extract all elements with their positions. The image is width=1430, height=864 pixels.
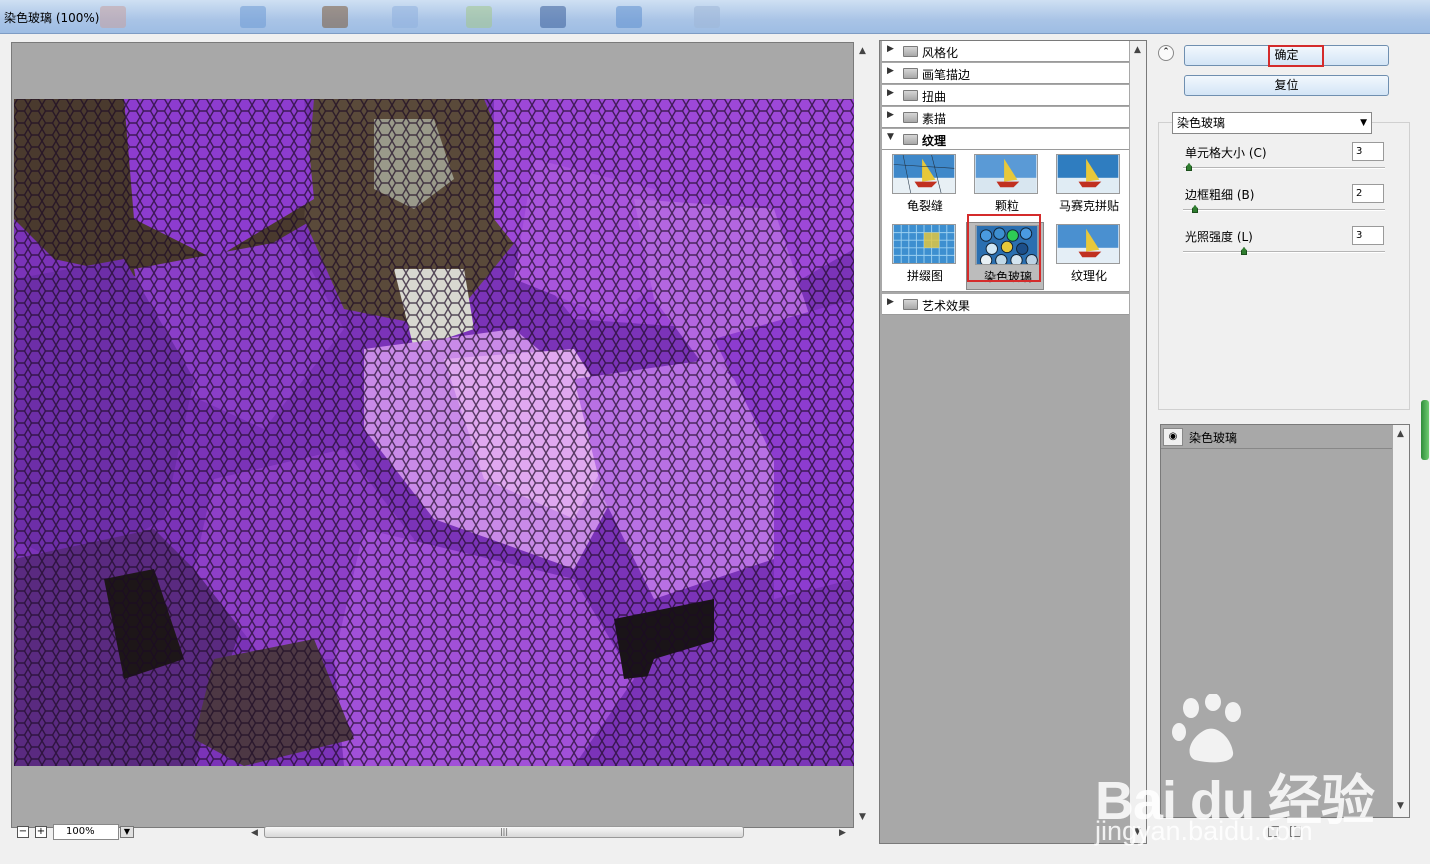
patchwork-thumbnail <box>892 224 956 264</box>
filter-label: 拼缀图 <box>906 269 943 283</box>
filter-label: 龟裂缝 <box>906 199 943 213</box>
filter-mosaic-tiles[interactable]: 马赛克拼贴 <box>1048 152 1126 220</box>
texture-filter-thumbnails: 龟裂缝 颗粒 马赛克拼贴 拼缀图 染色玻璃 纹理化 <box>882 150 1129 292</box>
category-label: 风格化 <box>922 46 959 60</box>
filter-craquelure[interactable]: 龟裂缝 <box>884 152 962 220</box>
scroll-up-icon[interactable]: ▲ <box>1397 429 1404 439</box>
effect-layer-label: 染色玻璃 <box>1189 431 1238 445</box>
filter-label: 纹理化 <box>1070 269 1107 283</box>
folder-open-icon <box>903 134 918 145</box>
slider-knob[interactable] <box>1186 163 1192 171</box>
taskbar-app-icon <box>392 6 418 28</box>
zoom-level-field[interactable]: 100% <box>53 824 119 840</box>
highlight-box <box>1268 45 1324 67</box>
border-thickness-slider[interactable] <box>1183 205 1385 215</box>
preview-pane[interactable] <box>11 42 854 828</box>
scroll-down-icon[interactable]: ▼ <box>859 812 866 822</box>
window-title: 染色玻璃 (100%) <box>4 11 100 25</box>
category-label: 素描 <box>922 112 947 126</box>
category-label: 艺术效果 <box>922 299 971 313</box>
folder-icon <box>903 68 918 79</box>
filter-texturizer[interactable]: 纹理化 <box>1048 222 1126 290</box>
filter-gallery-dialog: ▲ ▼ − + 100% ▼ ◀ ||| ▶ ▶ 风格化 ▶ 画笔描边 ▶ 扭曲 <box>0 34 1430 851</box>
taskbar-app-icon <box>694 6 720 28</box>
folder-icon <box>903 112 918 123</box>
filter-label: 马赛克拼贴 <box>1058 199 1119 213</box>
reset-button[interactable]: 复位 <box>1184 75 1389 96</box>
highlight-box <box>967 214 1041 282</box>
taskbar-app-icon <box>322 6 348 28</box>
slider-track <box>1183 167 1385 169</box>
filter-select-value: 染色玻璃 <box>1177 116 1226 130</box>
zoom-out-icon[interactable]: − <box>17 826 29 838</box>
folder-icon <box>903 46 918 57</box>
category-brush-strokes[interactable]: ▶ 画笔描边 <box>882 63 1129 84</box>
baidu-watermark: Bai du 经验 jingyan.baidu.com <box>1095 694 1395 864</box>
expand-arrow-icon[interactable]: ▶ <box>887 66 894 76</box>
resize-grip[interactable] <box>1421 400 1429 460</box>
light-intensity-label: 光照强度 (L) <box>1185 230 1253 244</box>
filter-label: 颗粒 <box>994 199 1019 213</box>
slider-track <box>1183 209 1385 211</box>
scroll-left-icon[interactable]: ◀ <box>251 828 258 838</box>
collapse-arrow-icon[interactable]: ▼ <box>887 132 894 142</box>
category-label: 纹理 <box>922 134 947 148</box>
light-intensity-slider[interactable] <box>1183 247 1385 257</box>
folder-icon <box>903 90 918 101</box>
zoom-dropdown-icon[interactable]: ▼ <box>120 826 134 838</box>
filter-select[interactable]: 染色玻璃 ▼ <box>1172 112 1372 134</box>
taskbar-app-icon <box>616 6 642 28</box>
mosaic-tiles-thumbnail <box>1056 154 1120 194</box>
cell-size-input[interactable]: 3 <box>1352 142 1384 161</box>
layers-scrollbar[interactable]: ▲ ▼ <box>1393 425 1409 817</box>
taskbar-app-icon <box>240 6 266 28</box>
expand-arrow-icon[interactable]: ▶ <box>887 44 894 54</box>
border-thickness-input[interactable]: 2 <box>1352 184 1384 203</box>
effect-layer-row[interactable]: ◉ 染色玻璃 <box>1161 425 1392 449</box>
category-label: 扭曲 <box>922 90 947 104</box>
expand-arrow-icon[interactable]: ▶ <box>887 88 894 98</box>
chevron-down-icon[interactable]: ▼ <box>1360 113 1367 133</box>
preview-vertical-scrollbar[interactable]: ▲ ▼ <box>856 42 870 828</box>
scroll-right-icon[interactable]: ▶ <box>839 828 846 838</box>
scroll-down-icon[interactable]: ▼ <box>1397 801 1404 811</box>
light-intensity-input[interactable]: 3 <box>1352 226 1384 245</box>
eye-icon[interactable]: ◉ <box>1163 428 1183 446</box>
flower-photo-graphic <box>14 99 854 766</box>
taskbar-app-icon <box>540 6 566 28</box>
category-label: 画笔描边 <box>922 68 971 82</box>
preview-horizontal-scrollbar[interactable]: ◀ ||| ▶ <box>249 826 849 840</box>
craquelure-thumbnail <box>892 154 956 194</box>
preview-status-bar: − + 100% ▼ ◀ ||| ▶ <box>11 822 856 844</box>
filter-grain[interactable]: 颗粒 <box>966 152 1044 220</box>
category-sketch[interactable]: ▶ 素描 <box>882 107 1129 128</box>
filter-patchwork[interactable]: 拼缀图 <box>884 222 962 290</box>
cell-size-slider[interactable] <box>1183 163 1385 173</box>
horizontal-scroll-thumb[interactable]: ||| <box>264 826 744 838</box>
reset-button-label: 复位 <box>1274 78 1299 92</box>
stained-glass-preview-image <box>14 99 854 766</box>
taskbar-app-icon <box>100 6 126 28</box>
slider-knob[interactable] <box>1241 247 1247 255</box>
taskbar-app-icon <box>466 6 492 28</box>
collapse-gallery-icon[interactable]: ⌃ <box>1158 45 1174 61</box>
scroll-up-icon[interactable]: ▲ <box>1134 45 1141 55</box>
zoom-in-icon[interactable]: + <box>35 826 47 838</box>
scroll-up-icon[interactable]: ▲ <box>859 46 866 56</box>
category-texture[interactable]: ▼ 纹理 <box>882 129 1129 150</box>
expand-arrow-icon[interactable]: ▶ <box>887 110 894 120</box>
title-bar: 染色玻璃 (100%) <box>0 0 1430 34</box>
category-distort[interactable]: ▶ 扭曲 <box>882 85 1129 106</box>
cell-size-label: 单元格大小 (C) <box>1185 146 1267 160</box>
category-artistic[interactable]: ▶ 艺术效果 <box>882 294 1129 315</box>
slider-knob[interactable] <box>1192 205 1198 213</box>
border-thickness-label: 边框粗细 (B) <box>1185 188 1255 202</box>
folder-icon <box>903 299 918 310</box>
texturizer-thumbnail <box>1056 224 1120 264</box>
watermark-url: jingyan.baidu.com <box>1095 816 1313 846</box>
grain-thumbnail <box>974 154 1038 194</box>
expand-arrow-icon[interactable]: ▶ <box>887 297 894 307</box>
category-stylize[interactable]: ▶ 风格化 <box>882 41 1129 62</box>
slider-track <box>1183 251 1385 253</box>
